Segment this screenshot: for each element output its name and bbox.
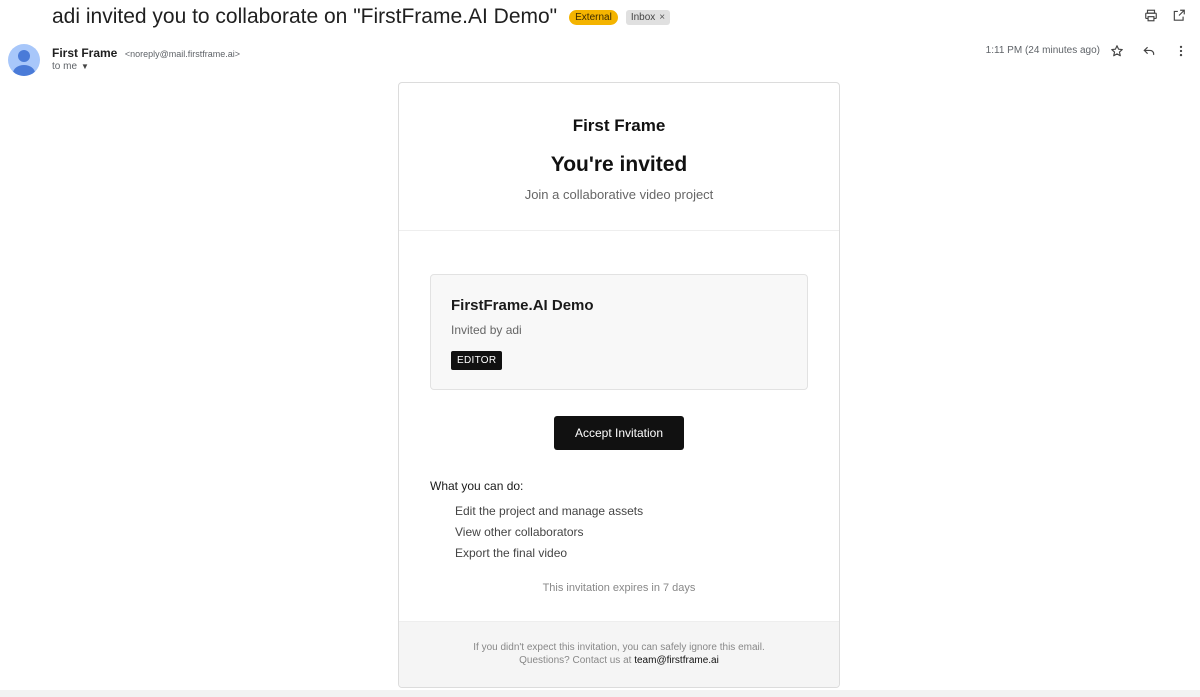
sender-email: <noreply@mail.firstframe.ai> bbox=[124, 49, 240, 59]
star-icon[interactable] bbox=[1110, 44, 1124, 58]
open-in-new-window-icon[interactable] bbox=[1172, 8, 1186, 22]
ignore-note: If you didn't expect this invitation, yo… bbox=[473, 642, 765, 653]
more-vert-icon[interactable] bbox=[1174, 44, 1188, 58]
email-header: First Frame You're invited Join a collab… bbox=[399, 83, 839, 231]
message-actions bbox=[1110, 44, 1188, 58]
brand-name: First Frame bbox=[572, 116, 666, 135]
sender-avatar[interactable] bbox=[8, 44, 40, 76]
email-footer: If you didn't expect this invitation, yo… bbox=[399, 621, 839, 687]
email-subject-row: adi invited you to collaborate on "First… bbox=[52, 4, 671, 30]
permissions-title: What you can do: bbox=[430, 479, 524, 493]
email-timestamp: 1:11 PM (24 minutes ago) bbox=[985, 45, 1100, 56]
contact-email-link[interactable]: team@firstframe.ai bbox=[634, 655, 719, 666]
person-icon bbox=[13, 50, 35, 76]
contact-prefix: Questions? Contact us at bbox=[519, 655, 635, 666]
inbox-label-text: Inbox bbox=[630, 11, 656, 23]
project-name: FirstFrame.AI Demo bbox=[451, 297, 594, 314]
email-body-card: First Frame You're invited Join a collab… bbox=[398, 82, 840, 688]
list-item: View other collaborators bbox=[455, 525, 584, 539]
email-subject: adi invited you to collaborate on "First… bbox=[52, 5, 558, 28]
list-item: Edit the project and manage assets bbox=[455, 504, 644, 518]
list-item: Export the final video bbox=[455, 546, 568, 560]
recipients-toggle[interactable]: to me ▼ bbox=[52, 61, 89, 72]
sender-info: First Frame <noreply@mail.firstframe.ai> bbox=[52, 44, 240, 62]
print-icon[interactable] bbox=[1144, 8, 1158, 22]
reply-icon[interactable] bbox=[1142, 44, 1156, 58]
inbox-label[interactable]: Inbox × bbox=[625, 9, 671, 25]
remove-label-icon[interactable]: × bbox=[659, 12, 665, 23]
role-badge: EDITOR bbox=[451, 351, 503, 370]
external-badge: External bbox=[569, 9, 618, 25]
top-toolbar bbox=[1144, 8, 1186, 22]
recipients-text: to me bbox=[52, 61, 78, 72]
accept-invitation-button[interactable]: Accept Invitation bbox=[554, 416, 684, 450]
sender-name[interactable]: First Frame bbox=[52, 46, 117, 60]
invite-subline: Join a collaborative video project bbox=[524, 187, 714, 202]
chevron-down-icon[interactable]: ▼ bbox=[81, 62, 89, 71]
permissions-list: Edit the project and manage assets View … bbox=[455, 504, 643, 567]
invited-by: Invited by adi bbox=[451, 323, 522, 337]
expiry-note: This invitation expires in 7 days bbox=[542, 582, 696, 594]
bottom-divider bbox=[0, 690, 1200, 697]
project-card: FirstFrame.AI Demo Invited by adi EDITOR bbox=[430, 274, 808, 390]
email-view: adi invited you to collaborate on "First… bbox=[0, 0, 1200, 697]
contact-line: Questions? Contact us at team@firstframe… bbox=[399, 655, 839, 666]
invite-headline: You're invited bbox=[550, 153, 688, 176]
